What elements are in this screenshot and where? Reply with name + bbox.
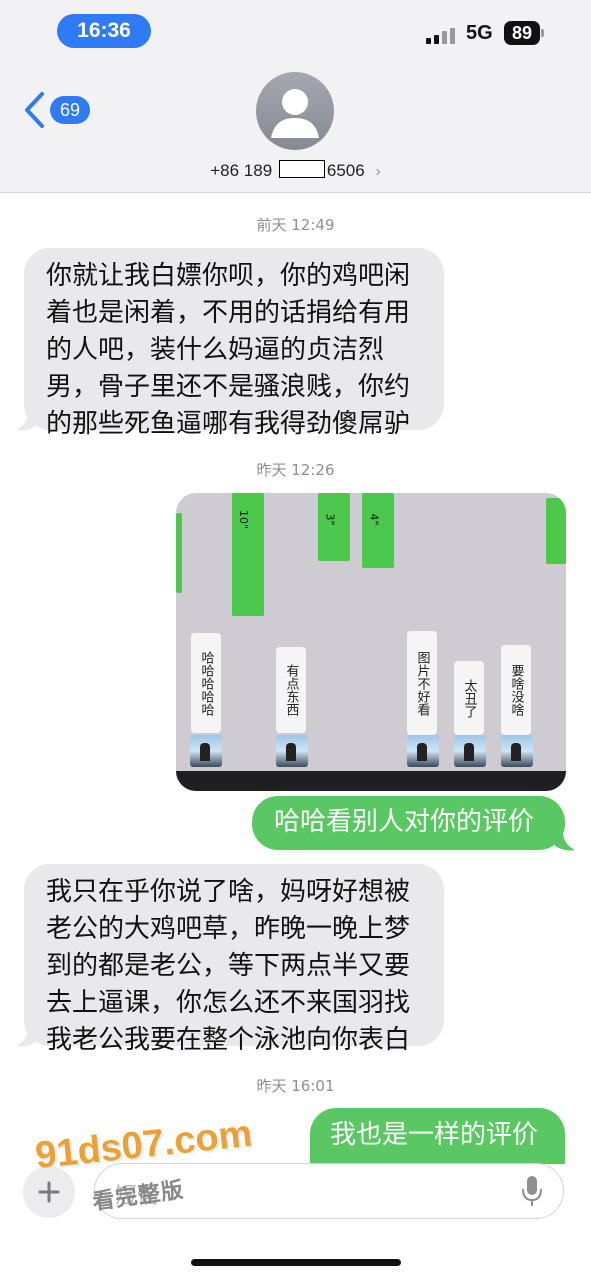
network-type: 5G xyxy=(466,22,493,44)
thumbnail xyxy=(190,735,222,767)
message-line: 到的都是老公，等下两点半又要 xyxy=(46,951,411,981)
back-chevron-icon xyxy=(25,92,44,128)
green-bar: 3" xyxy=(318,493,350,561)
avatar-icon[interactable] xyxy=(256,72,334,150)
status-bar: 16:36 5G 89 xyxy=(0,0,591,66)
thumbnail xyxy=(407,735,439,767)
message-line: 老公的大鸡吧草，昨晚一晚上梦 xyxy=(46,914,411,944)
chevron-right-icon: › xyxy=(375,163,381,180)
incoming-message[interactable]: 我只在乎你说了啥，妈呀好想被 老公的大鸡吧草，昨晚一晚上梦 到的都是老公，等下两… xyxy=(24,864,444,1055)
message-line: 着也是闲着，不用的话捐给有用 xyxy=(46,298,411,328)
home-indicator xyxy=(191,1259,401,1266)
message-line: 男，骨子里还不是骚浪贱，你约 xyxy=(46,372,411,402)
thumbnail xyxy=(454,735,486,767)
green-bar: 10" xyxy=(232,493,264,616)
photo-edge xyxy=(176,771,566,791)
thumbnail xyxy=(501,735,533,767)
contact-number[interactable]: +86 189 6506 › xyxy=(0,160,591,181)
photo-message[interactable]: 10" 3" 4" 哈哈哈哈哈 有点东西 图片不好看 太丑了 要啥没啥 xyxy=(176,493,566,791)
contact-suffix: 6506 xyxy=(326,161,365,180)
bubble-tail xyxy=(16,412,36,431)
conversation-header: 69 +86 189 6506 › xyxy=(0,66,591,193)
chat-label: 要啥没啥 xyxy=(501,645,531,735)
bubble-tail xyxy=(555,832,575,851)
message-line: 的那些死鱼逼哪有我得劲傻屌驴 xyxy=(46,409,411,439)
mic-icon[interactable] xyxy=(520,1174,544,1208)
outgoing-message[interactable]: 哈哈看别人对你的评价 xyxy=(252,796,565,850)
chat-label: 图片不好看 xyxy=(407,631,437,735)
timestamp: 昨天 12:26 xyxy=(256,461,335,479)
contact-prefix: +86 189 xyxy=(210,161,273,180)
message-line: 你就让我白嫖你呗，你的鸡吧闲 xyxy=(46,261,411,291)
signal-icon xyxy=(426,24,458,44)
bubble-tail xyxy=(16,1028,36,1047)
battery-tip xyxy=(541,29,544,37)
chat-label: 太丑了 xyxy=(454,661,484,735)
green-bar: 4" xyxy=(362,493,394,568)
unread-count-badge: 69 xyxy=(50,96,90,124)
message-text: 我也是一样的评价 xyxy=(330,1120,539,1150)
status-time: 16:36 xyxy=(57,14,151,48)
message-line: 的人吧，装什么妈逼的贞洁烈 xyxy=(46,335,385,365)
incoming-message[interactable]: 你就让我白嫖你呗，你的鸡吧闲 着也是闲着，不用的话捐给有用 的人吧，装什么妈逼的… xyxy=(24,248,444,439)
redaction-box xyxy=(278,160,325,178)
thumbnail xyxy=(276,735,308,767)
message-line: 我只在乎你说了啥，妈呀好想被 xyxy=(46,877,411,907)
message-text: 哈哈看别人对你的评价 xyxy=(274,807,535,837)
chat-label: 哈哈哈哈哈 xyxy=(191,633,221,733)
message-line: 去上逼课，你怎么还不来国羽找 xyxy=(46,988,411,1018)
battery-icon: 89 xyxy=(504,21,540,45)
timestamp: 前天 12:49 xyxy=(256,216,335,234)
outgoing-message[interactable]: 我也是一样的评价 xyxy=(310,1108,565,1164)
green-bar xyxy=(176,513,182,593)
chat-label: 有点东西 xyxy=(276,647,306,733)
timestamp: 昨天 16:01 xyxy=(256,1077,335,1095)
plus-icon xyxy=(38,1181,60,1203)
back-button[interactable]: 69 xyxy=(22,90,90,130)
green-bar xyxy=(546,498,566,564)
message-line: 我老公我要在整个泳池向你表白 xyxy=(46,1025,411,1055)
